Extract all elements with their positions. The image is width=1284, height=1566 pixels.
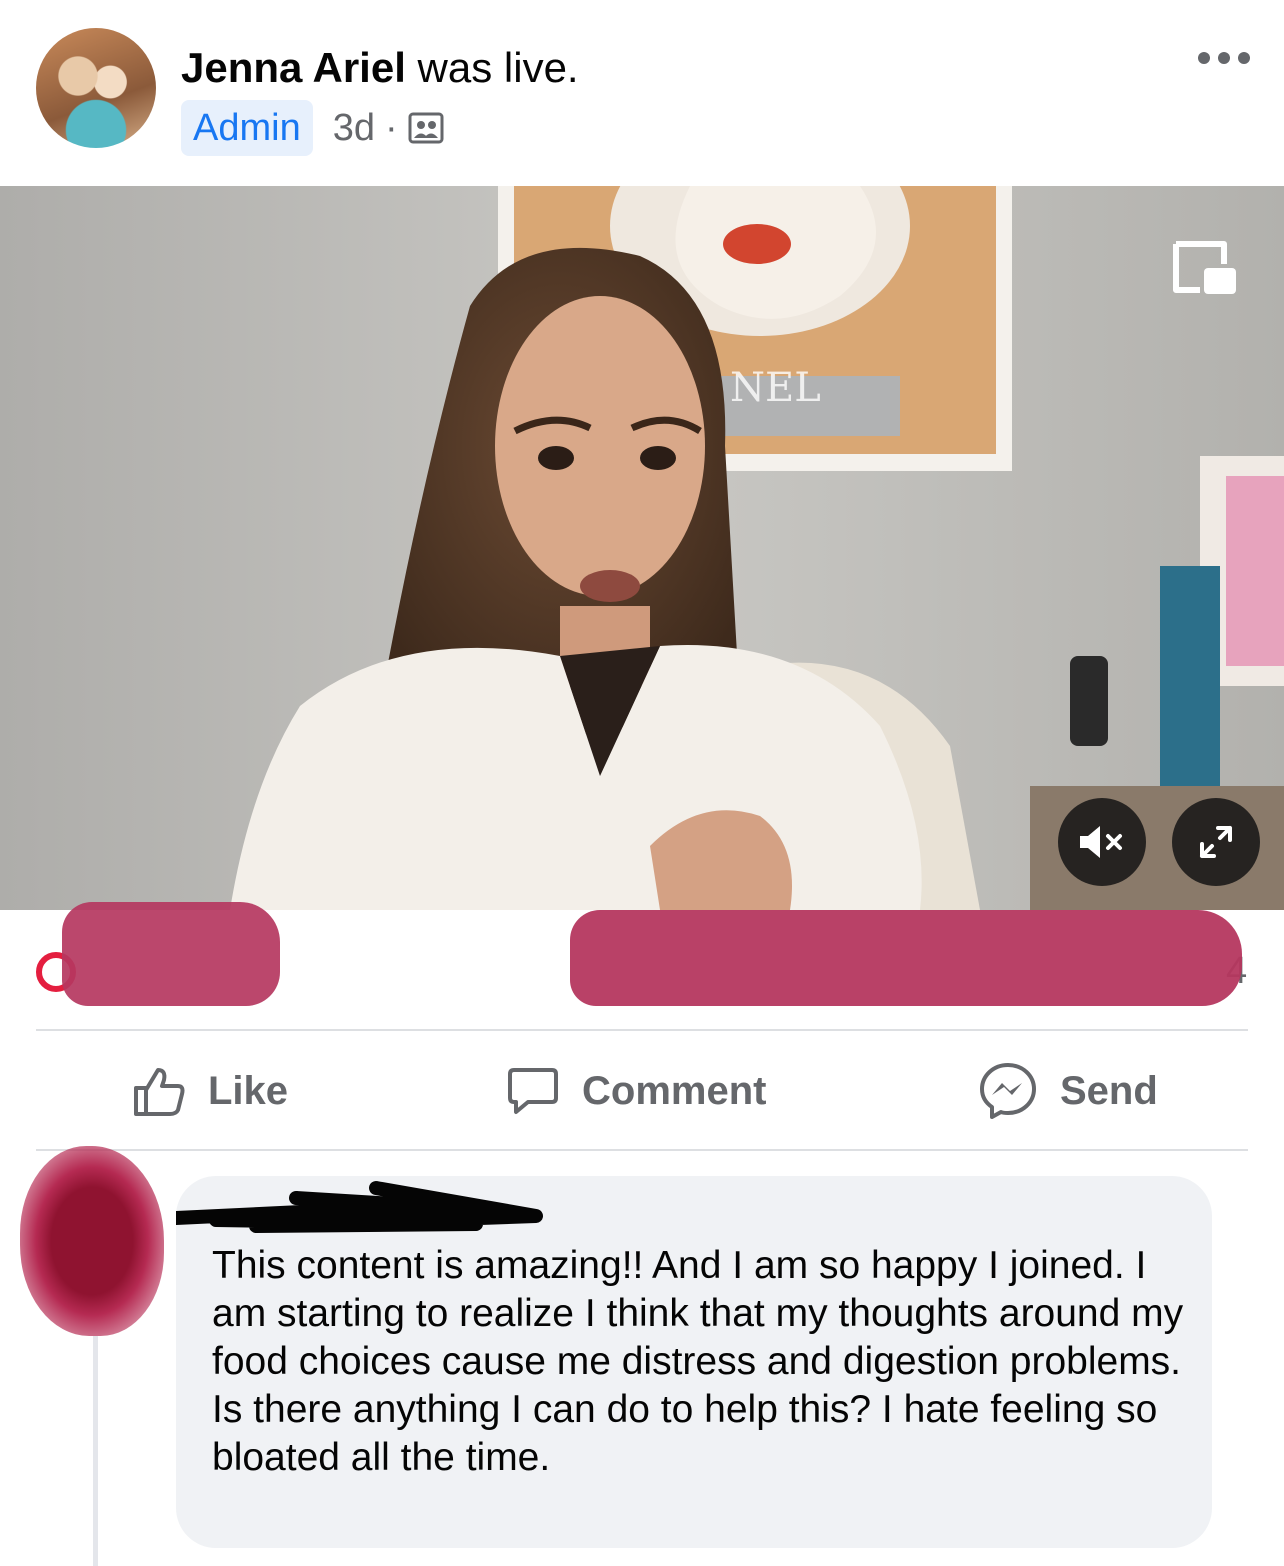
redaction-mark [570, 910, 1242, 1006]
author-avatar[interactable] [36, 28, 156, 148]
live-status-text: was live. [417, 44, 579, 91]
redaction-mark [62, 902, 280, 1006]
send-button[interactable]: Send [978, 1032, 1158, 1150]
more-horizontal-icon[interactable] [1196, 48, 1252, 68]
divider [36, 1029, 1248, 1031]
thread-line [93, 1336, 98, 1566]
author-name[interactable]: Jenna Ariel [181, 44, 406, 91]
messenger-icon [980, 1063, 1036, 1119]
action-bar: Like Comment Send [0, 1032, 1284, 1150]
commenter-avatar-redacted[interactable] [20, 1146, 164, 1336]
comment-button[interactable]: Comment [506, 1032, 766, 1150]
post-title: Jenna Ariel was live. [181, 44, 579, 92]
comment-bubble[interactable]: This content is amazing!! And I am so ha… [176, 1176, 1212, 1548]
divider [36, 1149, 1248, 1151]
post-timestamp[interactable]: 3d [333, 107, 375, 150]
mute-toggle-button[interactable] [1058, 798, 1146, 886]
comment-text: This content is amazing!! And I am so ha… [212, 1244, 1184, 1479]
picture-in-picture-icon[interactable] [1170, 238, 1240, 298]
post-meta: Admin 3d · [181, 100, 444, 156]
like-label: Like [208, 1068, 289, 1113]
admin-badge[interactable]: Admin [181, 100, 313, 156]
post-header: Jenna Ariel was live. Admin 3d · [0, 0, 1284, 186]
send-label: Send [1060, 1068, 1158, 1113]
expand-icon [1200, 826, 1232, 858]
muted-speaker-icon [1080, 826, 1122, 858]
fullscreen-button[interactable] [1172, 798, 1260, 886]
comment-label: Comment [582, 1068, 767, 1113]
svg-text:NEL: NEL [730, 365, 821, 411]
meta-separator: · [385, 106, 398, 149]
thumbs-up-icon [134, 1068, 185, 1116]
live-video-player[interactable]: NEL [0, 186, 1284, 910]
like-button[interactable]: Like [132, 1032, 288, 1150]
group-icon [408, 112, 444, 144]
comment-bubble-icon [508, 1068, 558, 1114]
